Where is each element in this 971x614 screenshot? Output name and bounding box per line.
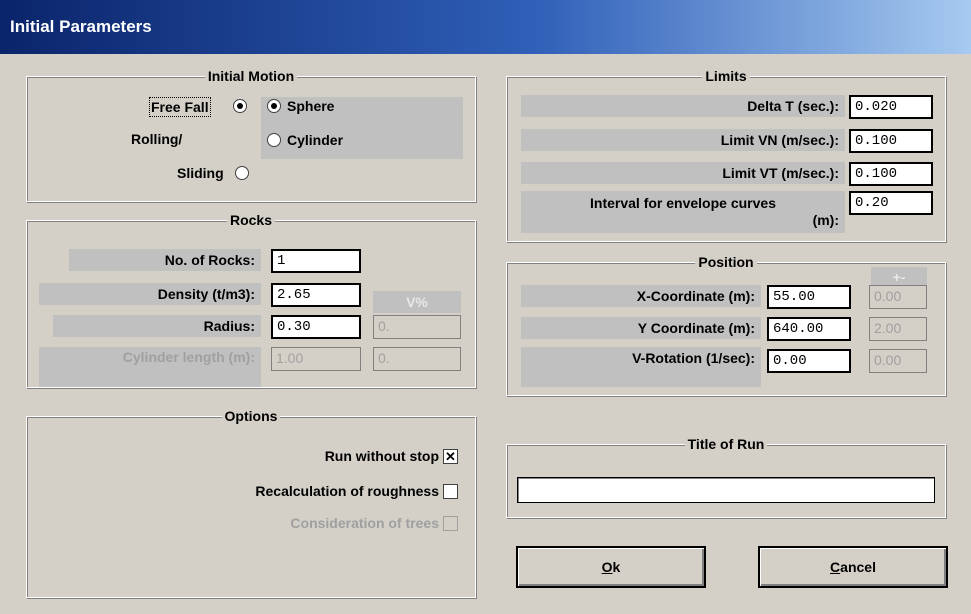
window-title: Initial Parameters <box>10 17 152 36</box>
limit-vn-input[interactable]: 0.100 <box>849 129 933 153</box>
free-fall-radio[interactable] <box>233 99 247 113</box>
cancel-button[interactable]: Cancel <box>758 546 948 588</box>
recalculation-label: Recalculation of roughness <box>255 483 439 499</box>
position-title: Position <box>695 254 757 270</box>
dialog-body: Initial Motion Free Fall Sphere Rolling/… <box>0 54 971 614</box>
v-rotation-label: V-Rotation (1/sec): <box>521 347 761 387</box>
free-fall-label: Free Fall <box>149 97 211 117</box>
no-of-rocks-input[interactable]: 1 <box>271 249 361 273</box>
radius-vpct-input[interactable]: 0. <box>373 315 461 339</box>
x-coordinate-label: X-Coordinate (m): <box>521 285 761 307</box>
sphere-radio[interactable] <box>267 99 281 113</box>
y-plus-minus-input[interactable]: 2.00 <box>869 317 927 341</box>
limit-vt-label: Limit VT (m/sec.): <box>521 162 845 184</box>
ok-button[interactable]: Ok <box>516 546 706 588</box>
delta-t-label: Delta T (sec.): <box>521 95 845 117</box>
plus-minus-header: +- <box>871 267 927 287</box>
y-coordinate-label: Y Coordinate (m): <box>521 317 761 339</box>
cylinder-length-label: Cylinder length (m): <box>39 347 261 387</box>
cylinder-vpct-input[interactable]: 0. <box>373 347 461 371</box>
sliding-label: Sliding <box>177 165 224 181</box>
v-plus-minus-input[interactable]: 0.00 <box>869 349 927 373</box>
rolling-label: Rolling/ <box>131 131 183 147</box>
cylinder-label: Cylinder <box>287 132 344 148</box>
title-of-run-title: Title of Run <box>684 436 768 452</box>
cylinder-radio[interactable] <box>267 133 281 147</box>
limits-title: Limits <box>702 68 750 84</box>
rocks-title: Rocks <box>226 212 276 228</box>
sphere-label: Sphere <box>287 98 335 114</box>
envelope-label: Interval for envelope curves (m): <box>521 191 845 233</box>
vpct-header: V% <box>373 291 461 313</box>
title-of-run-input[interactable] <box>517 477 935 503</box>
radius-label: Radius: <box>53 315 261 337</box>
initial-motion-title: Initial Motion <box>204 68 298 84</box>
y-coordinate-input[interactable]: 640.00 <box>767 317 851 341</box>
radius-input[interactable]: 0.30 <box>271 315 361 339</box>
trees-checkbox[interactable] <box>443 516 458 531</box>
run-without-stop-checkbox[interactable]: ✕ <box>443 449 458 464</box>
recalculation-checkbox[interactable] <box>443 484 458 499</box>
density-label: Density (t/m3): <box>39 283 261 305</box>
run-without-stop-label: Run without stop <box>324 448 439 464</box>
no-of-rocks-label: No. of Rocks: <box>69 249 261 271</box>
limit-vn-label: Limit VN (m/sec.): <box>521 129 845 151</box>
title-bar: Initial Parameters <box>0 0 971 54</box>
cylinder-length-input[interactable]: 1.00 <box>271 347 361 371</box>
position-group: Position +- X-Coordinate (m): 55.00 0.00… <box>506 254 946 396</box>
limit-vt-input[interactable]: 0.100 <box>849 162 933 186</box>
x-coordinate-input[interactable]: 55.00 <box>767 285 851 309</box>
initial-motion-group: Initial Motion Free Fall Sphere Rolling/… <box>26 68 476 202</box>
trees-label: Consideration of trees <box>290 515 439 531</box>
density-input[interactable]: 2.65 <box>271 283 361 307</box>
sliding-radio[interactable] <box>235 166 249 180</box>
delta-t-input[interactable]: 0.020 <box>849 95 933 119</box>
x-plus-minus-input[interactable]: 0.00 <box>869 285 927 309</box>
v-rotation-input[interactable]: 0.00 <box>767 349 851 373</box>
title-of-run-group: Title of Run <box>506 436 946 518</box>
limits-group: Limits Delta T (sec.): 0.020 Limit VN (m… <box>506 68 946 242</box>
options-group: Options Run without stop ✕ Recalculation… <box>26 408 476 598</box>
rocks-group: Rocks No. of Rocks: 1 Density (t/m3): 2.… <box>26 212 476 388</box>
envelope-input[interactable]: 0.20 <box>849 191 933 215</box>
options-title: Options <box>221 408 281 424</box>
